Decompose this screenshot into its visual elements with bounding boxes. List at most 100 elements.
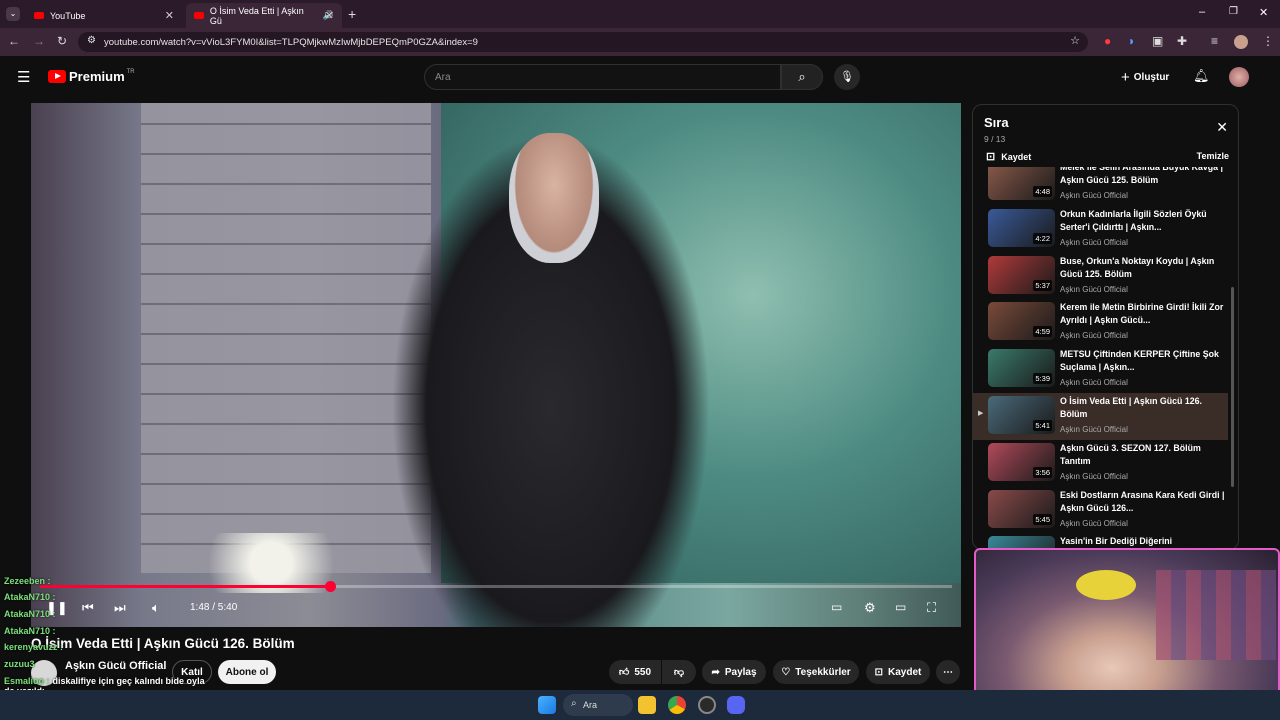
video-frame-presenter-head bbox=[509, 133, 599, 263]
back-arrow-icon[interactable]: ← bbox=[8, 34, 20, 48]
subscribe-button[interactable]: Abone ol bbox=[218, 660, 276, 684]
youtube-play-logo-icon bbox=[48, 70, 66, 83]
save-button[interactable]: ⊡ Kaydet bbox=[866, 660, 930, 684]
bookmark-star-icon[interactable]: ☆ bbox=[1070, 34, 1080, 47]
youtube-logo[interactable]: Premium TR bbox=[48, 69, 135, 84]
minimize-icon[interactable]: – bbox=[1199, 6, 1205, 18]
tab-current-video[interactable]: O İsim Veda Etti | Aşkın Gü 🔊 ✕ bbox=[186, 3, 342, 28]
progress-bar[interactable] bbox=[40, 581, 952, 592]
chat-username: AtakaN710 : bbox=[4, 592, 56, 602]
extension-audio-icon[interactable]: ◗ bbox=[1128, 34, 1135, 48]
subtitles-icon[interactable]: ▭ bbox=[831, 600, 842, 614]
save-label: Kaydet bbox=[888, 666, 922, 678]
windows-start-icon[interactable] bbox=[538, 696, 556, 714]
subscribe-label: Abone ol bbox=[225, 666, 269, 678]
new-tab-button[interactable]: + bbox=[348, 6, 356, 22]
queue-item[interactable]: 5:37 Buse, Orkun'a Noktayı Koydu | Aşkın … bbox=[973, 253, 1228, 300]
discord-icon[interactable] bbox=[727, 696, 745, 714]
search-button[interactable]: ⌕ bbox=[781, 64, 823, 90]
queue-thumbnail: 5:39 bbox=[988, 349, 1055, 388]
queue-duration: 4:22 bbox=[1033, 232, 1052, 244]
more-menu-icon[interactable]: ⋮ bbox=[1262, 34, 1274, 48]
reading-list-icon[interactable]: ≡ bbox=[1211, 34, 1218, 48]
progress-played bbox=[40, 585, 331, 588]
next-icon[interactable]: ⏭︎ bbox=[114, 600, 126, 616]
chrome-icon[interactable] bbox=[668, 696, 686, 714]
account-avatar[interactable] bbox=[1229, 67, 1249, 87]
microphone-icon: 🎙 bbox=[840, 71, 854, 83]
chat-message: Zezeeben : bbox=[4, 576, 51, 586]
channel-name[interactable]: Aşkın Gücü Official bbox=[65, 660, 166, 672]
chat-username: kerenyavuzz : bbox=[4, 642, 64, 652]
fullscreen-icon[interactable]: ⛶ bbox=[927, 600, 936, 616]
voice-search-button[interactable]: 🎙 bbox=[834, 64, 860, 90]
settings-gear-icon[interactable]: ⚙ bbox=[864, 600, 876, 616]
search-input[interactable]: Ara bbox=[424, 64, 781, 90]
video-frame-flowers bbox=[171, 533, 371, 593]
queue-item-channel: Aşkın Gücü Official bbox=[1060, 518, 1128, 528]
restore-icon[interactable]: ❐ bbox=[1229, 6, 1238, 17]
queue-save-button[interactable]: ⊡ Kaydet bbox=[986, 150, 1031, 163]
bookmark-icon: ⊡ bbox=[874, 666, 884, 678]
taskbar-search[interactable]: ⌕ Ara bbox=[563, 694, 633, 716]
like-button[interactable]: 👍︎ 550 bbox=[609, 660, 661, 684]
like-count: 550 bbox=[634, 666, 652, 678]
chat-username: zuzuu3 bbox=[4, 659, 35, 669]
reload-icon[interactable]: ↻ bbox=[57, 34, 67, 48]
close-window-icon[interactable]: ✕ bbox=[1259, 6, 1268, 19]
queue-item[interactable]: 5:39 METSU Çiftinden KERPER Çiftine Şok S… bbox=[973, 346, 1228, 393]
close-tab-icon[interactable]: ✕ bbox=[325, 9, 334, 22]
chat-message: zuzuu3 bbox=[4, 659, 35, 669]
volume-icon[interactable]: 🔈︎ bbox=[152, 600, 160, 616]
tab-search-icon[interactable]: ⌄ bbox=[6, 7, 20, 21]
previous-icon[interactable]: ⏮︎ bbox=[82, 600, 94, 616]
queue-item[interactable]: 3:56 Aşkın Gücü 3. SEZON 127. Bölüm Tanıt… bbox=[973, 440, 1228, 487]
queue-scrollbar[interactable] bbox=[1231, 287, 1234, 487]
queue-item[interactable]: ▶ 5:41 O İsim Veda Etti | Aşkın Gücü 126. … bbox=[973, 393, 1228, 440]
dislike-button[interactable]: 👎︎ bbox=[662, 660, 696, 684]
profile-avatar[interactable] bbox=[1234, 35, 1248, 49]
share-button[interactable]: ➦ Paylaş bbox=[702, 660, 766, 684]
thumbs-down-icon: 👎︎ bbox=[673, 667, 685, 678]
queue-item[interactable]: 4:22 Orkun Kadınlarla İlgili Sözleri Öykü… bbox=[973, 206, 1228, 253]
puzzle-extensions-icon[interactable]: ✚ bbox=[1177, 34, 1187, 48]
close-tab-icon[interactable]: ✕ bbox=[165, 9, 174, 22]
hamburger-menu-icon[interactable]: ☰ bbox=[17, 68, 30, 86]
extension-icon[interactable]: ▣ bbox=[1152, 34, 1163, 48]
queue-item-title: Buse, Orkun'a Noktayı Koydu | Aşkın Gücü… bbox=[1060, 255, 1215, 279]
extension-red-icon[interactable]: ● bbox=[1104, 34, 1111, 48]
more-actions-button[interactable]: ⋯ bbox=[936, 660, 960, 684]
file-explorer-icon[interactable] bbox=[638, 696, 656, 714]
address-bar[interactable]: ⚙ youtube.com/watch?v=vVioL3FYM0I&list=T… bbox=[78, 32, 1088, 52]
create-label: Oluştur bbox=[1133, 72, 1170, 83]
create-button[interactable]: + Oluştur bbox=[1121, 69, 1169, 86]
webcam-background-shelf bbox=[1156, 570, 1276, 660]
queue-panel: Sıra 9 / 13 ✕ ⊡ Kaydet Temizle 4:48 Melek… bbox=[972, 104, 1239, 550]
youtube-favicon-icon bbox=[34, 12, 44, 19]
progress-scrubber[interactable] bbox=[325, 581, 337, 592]
queue-save-label: Kaydet bbox=[1001, 151, 1032, 162]
queue-item[interactable]: 4:48 Melek ile Selin Arasında Büyük Kavga… bbox=[973, 167, 1228, 206]
close-queue-icon[interactable]: ✕ bbox=[1216, 119, 1228, 136]
tab-youtube[interactable]: YouTube ✕ bbox=[26, 3, 182, 28]
queue-thumbnail: 4:22 bbox=[988, 208, 1055, 247]
youtube-favicon-icon bbox=[194, 12, 204, 19]
forward-arrow-icon[interactable]: → bbox=[33, 34, 45, 48]
queue-item-channel: Aşkın Gücü Official bbox=[1060, 331, 1128, 341]
queue-duration: 3:56 bbox=[1033, 466, 1052, 478]
queue-item[interactable]: 5:45 Eski Dostların Arasına Kara Kedi Gir… bbox=[973, 487, 1228, 534]
theater-mode-icon[interactable]: ▭ bbox=[895, 600, 906, 614]
site-info-icon[interactable]: ⚙ bbox=[87, 35, 96, 46]
app-icon[interactable] bbox=[698, 696, 716, 714]
notifications-bell-icon[interactable]: 🔔︎ bbox=[1193, 68, 1210, 84]
queue-thumbnail: 5:45 bbox=[988, 489, 1055, 528]
video-frame-stone-wall bbox=[141, 103, 431, 573]
queue-clear-button[interactable]: Temizle bbox=[1197, 151, 1229, 161]
bookmark-icon: ⊡ bbox=[986, 151, 996, 163]
queue-item[interactable]: 4:59 Kerem ile Metin Birbirine Girdi! İki… bbox=[973, 299, 1228, 346]
queue-item-channel: Aşkın Gücü Official bbox=[1060, 471, 1128, 481]
queue-item-channel: Aşkın Gücü Official bbox=[1060, 191, 1128, 200]
video-player[interactable] bbox=[31, 103, 961, 627]
queue-item-channel: Aşkın Gücü Official bbox=[1060, 237, 1128, 247]
thanks-button[interactable]: ♡ Teşekkürler bbox=[773, 660, 859, 684]
